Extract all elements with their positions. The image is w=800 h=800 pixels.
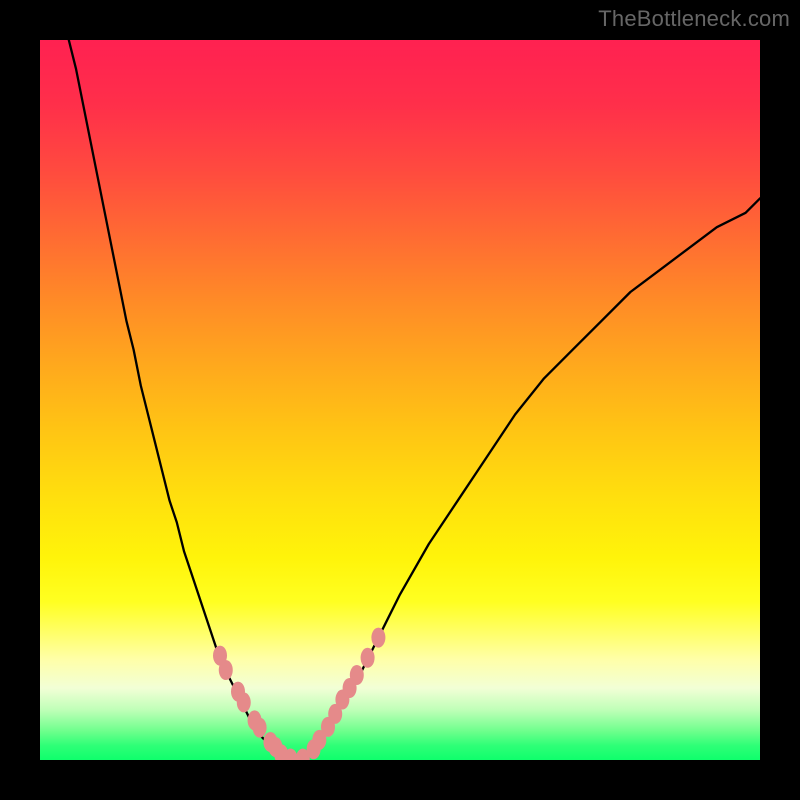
highlight-marker (237, 692, 251, 712)
highlight-marker (361, 648, 375, 668)
plot-svg (40, 40, 760, 760)
chart-root: TheBottleneck.com (0, 0, 800, 800)
watermark-text: TheBottleneck.com (598, 6, 790, 32)
highlight-marker (253, 718, 267, 738)
plot-area (40, 40, 760, 760)
highlight-marker (350, 665, 364, 685)
highlight-marker (219, 660, 233, 680)
gradient-background (40, 40, 760, 760)
highlight-marker (371, 628, 385, 648)
